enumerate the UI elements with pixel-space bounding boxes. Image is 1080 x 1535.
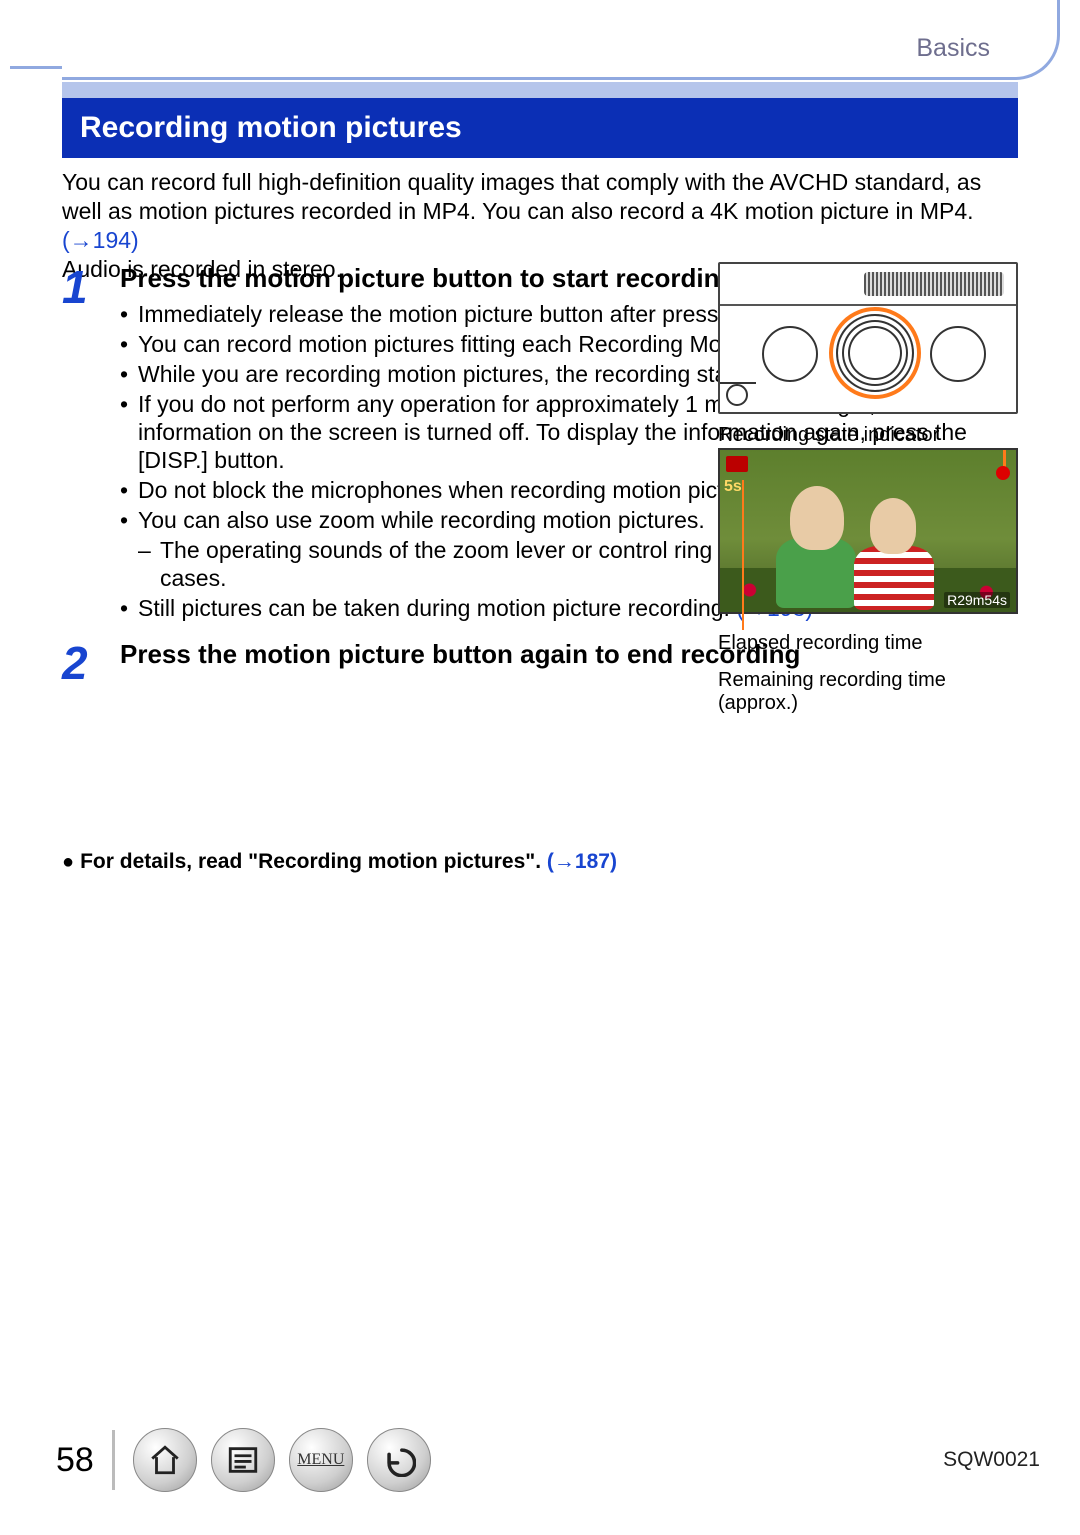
contents-icon (226, 1443, 260, 1477)
lcd-screen-illustration: 5s R29m54s (718, 448, 1018, 614)
details-note: ● For details, read "Recording motion pic… (62, 850, 617, 874)
figure-label-elapsed: Elapsed recording time (718, 632, 1018, 655)
page-number: 58 (56, 1441, 94, 1480)
home-button[interactable] (133, 1428, 197, 1492)
camera-top-illustration (718, 262, 1018, 414)
divider (112, 1430, 115, 1490)
bullet-text: Immediately release the motion picture b… (138, 300, 773, 328)
back-icon (382, 1443, 416, 1477)
bullet-icon: ● (62, 851, 74, 873)
title-accent (62, 82, 1018, 98)
section-name: Basics (916, 34, 990, 63)
page-title: Recording motion pictures (80, 111, 462, 145)
step-number: 1 (62, 262, 120, 624)
intro-text-1: You can record full high-definition qual… (62, 169, 981, 224)
movie-icon (726, 456, 748, 472)
figure-label-remaining: Remaining recording time (approx.) (718, 669, 1018, 715)
home-icon (148, 1443, 182, 1477)
back-button[interactable] (367, 1428, 431, 1492)
step-number: 2 (62, 638, 120, 686)
figure-label-rec-state: Recording state indicator (718, 424, 1018, 447)
bullet-text: You can record motion pictures fitting e… (138, 331, 753, 357)
elapsed-time-value: 5s (724, 478, 742, 496)
figure-screen: 5s R29m54s Elapsed recording time Remain… (718, 448, 1018, 721)
header-border: Basics (10, 0, 1060, 70)
ref-link-187[interactable]: (→187) (547, 850, 617, 873)
manual-page: Basics Recording motion pictures You can… (0, 0, 1080, 1535)
bullet-text: Still pictures can be taken during motio… (138, 595, 736, 621)
contents-button[interactable] (211, 1428, 275, 1492)
bullet-text: You can also use zoom while recording mo… (138, 506, 705, 534)
figure-camera-top: Recording state indicator (718, 262, 1018, 453)
bullet-text: Do not block the microphones when record… (138, 476, 775, 504)
document-id: SQW0021 (943, 1448, 1040, 1472)
menu-label: MENU (297, 1451, 344, 1469)
title-bar: Recording motion pictures (62, 98, 1018, 158)
details-text: For details, read "Recording motion pict… (80, 850, 547, 873)
content-area: 1 Press the motion picture button to sta… (62, 262, 1018, 696)
footer: 58 MENU SQW0021 (56, 1425, 1040, 1495)
remaining-time-value: R29m54s (944, 592, 1010, 608)
motion-button-highlight-icon (829, 307, 921, 399)
ref-link-194[interactable]: (→194) (62, 227, 139, 253)
menu-button[interactable]: MENU (289, 1428, 353, 1492)
